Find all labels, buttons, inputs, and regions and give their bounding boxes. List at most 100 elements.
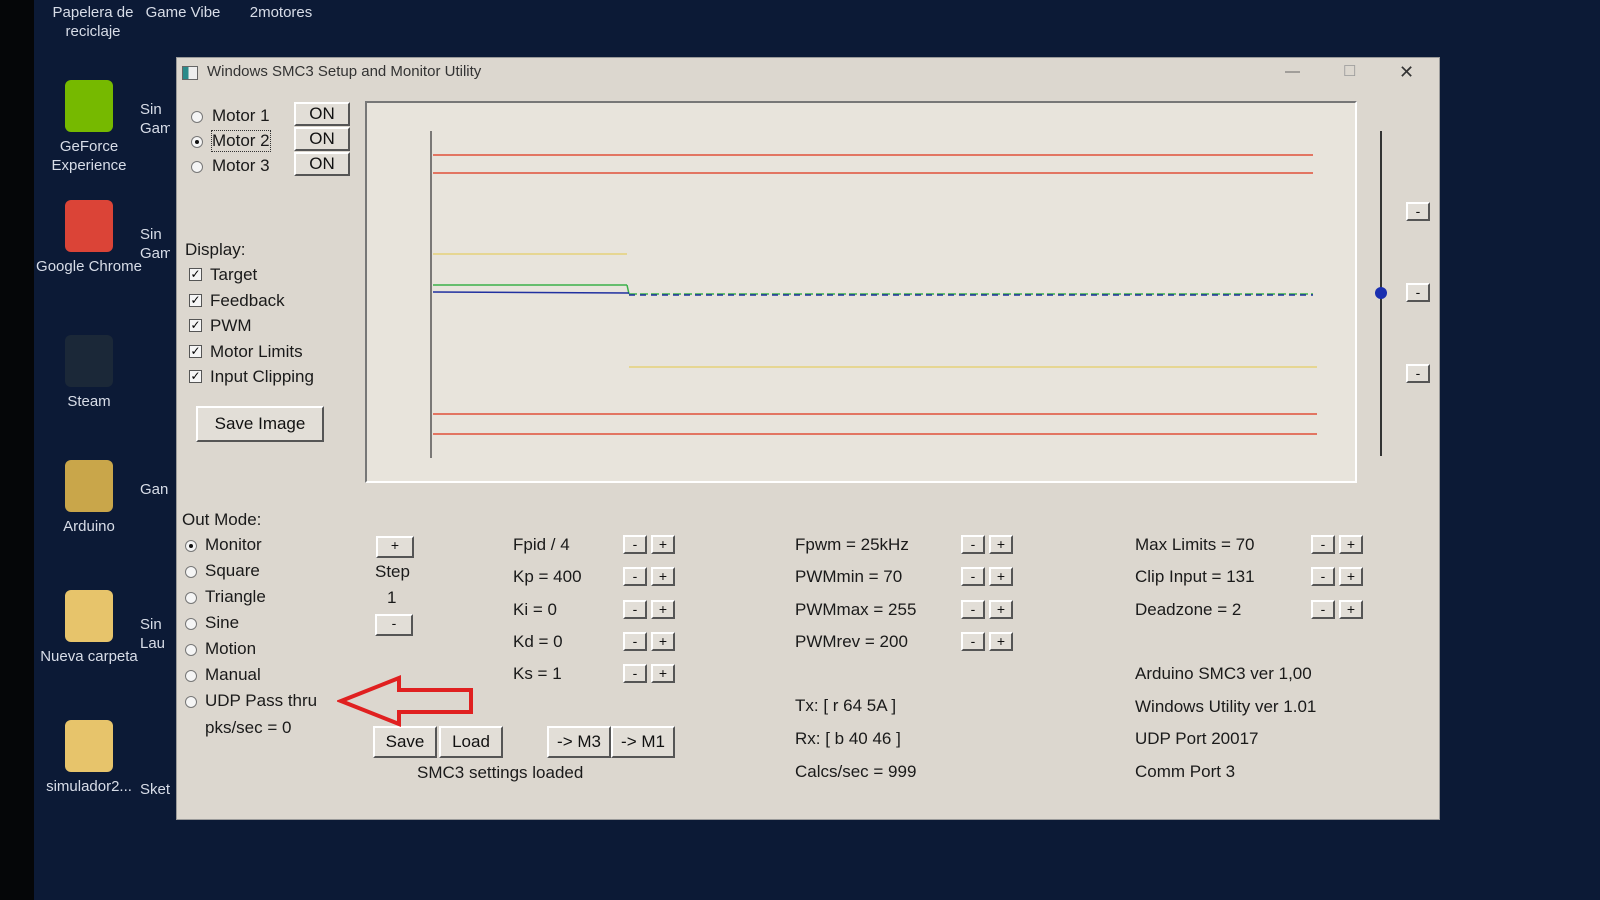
desktop-icon-label-partial[interactable]: Sket (140, 780, 170, 799)
out-mode-label: Out Mode: (182, 510, 262, 529)
step-plus-button[interactable]: + (376, 536, 414, 558)
version-info: Arduino SMC3 ver 1,00 (1135, 664, 1312, 683)
desktop-icon-label-partial[interactable]: Gan (140, 480, 170, 499)
increment-button[interactable]: + (1339, 535, 1363, 554)
out-mode-option[interactable]: Square (205, 561, 260, 581)
increment-button[interactable]: + (989, 599, 1013, 619)
checkbox-pwm[interactable]: ✓ (189, 319, 202, 333)
decrement-button[interactable]: - (623, 567, 647, 587)
checkbox-motor-limits[interactable]: ✓ (189, 344, 202, 358)
out-mode-radio[interactable] (185, 566, 197, 578)
decrement-button[interactable]: - (1311, 567, 1335, 587)
calcs-per-sec: Calcs/sec = 999 (795, 762, 917, 781)
close-button[interactable]: ✕ (1399, 62, 1414, 83)
checkbox-label[interactable]: Motor Limits (210, 342, 303, 362)
motor-label[interactable]: Motor 3 (212, 156, 270, 176)
decrement-button[interactable]: - (623, 535, 647, 554)
out-mode-radio[interactable] (185, 696, 197, 708)
out-mode-radio[interactable] (185, 670, 197, 682)
desktop-icon[interactable]: GeForce Experience (34, 75, 144, 185)
step-minus-button[interactable]: - (375, 614, 413, 636)
checkbox-feedback[interactable]: ✓ (189, 293, 202, 307)
desktop-icon-label[interactable]: 2motores (236, 3, 326, 22)
app-icon (65, 720, 113, 772)
app-icon (182, 66, 198, 80)
checkbox-label[interactable]: Target (210, 265, 257, 285)
out-mode-option[interactable]: Triangle (205, 587, 266, 607)
param-label: Kd = 0 (513, 631, 563, 651)
decrement-button[interactable]: - (623, 664, 647, 684)
maximize-button[interactable]: ☐ (1343, 62, 1356, 80)
decrement-button[interactable]: - (961, 535, 985, 554)
feedback-trace (432, 291, 630, 294)
desktop-icon-label[interactable]: Papelera de reciclaje (43, 3, 143, 41)
increment-button[interactable]: + (651, 567, 675, 587)
app-icon (65, 335, 113, 387)
checkbox-label[interactable]: Feedback (210, 291, 285, 311)
checkbox-target[interactable]: ✓ (189, 268, 202, 281)
decrement-button[interactable]: - (961, 599, 985, 619)
title-bar[interactable]: Windows SMC3 Setup and Monitor Utility —… (177, 58, 1439, 90)
increment-button[interactable]: + (989, 567, 1013, 587)
desktop-icon-label: simulador2... (46, 778, 132, 795)
decrement-button[interactable]: - (961, 631, 985, 651)
out-mode-option[interactable]: Motion (205, 639, 256, 659)
decrement-button[interactable]: - (1311, 599, 1335, 619)
motor-radio[interactable] (191, 111, 203, 123)
out-mode-radio[interactable] (185, 618, 197, 630)
motor-on-button[interactable]: ON (294, 127, 350, 151)
checkbox-label[interactable]: PWM (210, 316, 252, 336)
motor-on-button[interactable]: ON (294, 152, 350, 176)
rx-readout: Rx: [ b 40 46 ] (795, 729, 901, 748)
motor-label[interactable]: Motor 2 (211, 130, 271, 152)
save-image-button[interactable]: Save Image (196, 406, 324, 442)
desktop-icon[interactable]: Arduino (34, 455, 144, 565)
decrement-button[interactable]: - (623, 631, 647, 651)
desktop-icon-label-partial[interactable]: Sin Gam (140, 100, 170, 138)
increment-button[interactable]: + (1339, 567, 1363, 587)
version-info: UDP Port 20017 (1135, 729, 1259, 748)
increment-button[interactable]: + (651, 631, 675, 651)
desktop-icon-label-partial[interactable]: Sin Lau (140, 615, 170, 653)
out-mode-option[interactable]: Monitor (205, 535, 262, 555)
checkbox-input-clipping[interactable]: ✓ (189, 370, 202, 384)
out-mode-option[interactable]: Sine (205, 613, 239, 633)
increment-button[interactable]: + (651, 599, 675, 619)
graph-scale-button-2[interactable]: - (1406, 283, 1430, 302)
out-mode-radio[interactable] (185, 592, 197, 604)
increment-button[interactable]: + (651, 664, 675, 684)
desktop-icon[interactable]: Google Chrome (34, 195, 144, 305)
motor-on-button[interactable]: ON (294, 102, 350, 126)
minimize-button[interactable]: — (1285, 63, 1300, 80)
decrement-button[interactable]: - (1311, 535, 1335, 554)
out-mode-radio[interactable] (185, 644, 197, 656)
desktop-icon[interactable]: Nueva carpeta (34, 585, 144, 695)
copy-to-m1-button[interactable]: -> M1 (611, 726, 675, 758)
out-mode-option[interactable]: UDP Pass thru (205, 691, 317, 711)
decrement-button[interactable]: - (623, 599, 647, 619)
graph-scale-button-1[interactable]: - (1406, 202, 1430, 221)
scale-slider-thumb[interactable] (1375, 287, 1387, 299)
desktop-icon-label[interactable]: Game Vibe (138, 3, 228, 22)
copy-to-m3-button[interactable]: -> M3 (547, 726, 611, 758)
increment-button[interactable]: + (651, 535, 675, 554)
increment-button[interactable]: + (989, 535, 1013, 554)
motor-label[interactable]: Motor 1 (212, 106, 270, 126)
graph-scale-button-3[interactable]: - (1406, 364, 1430, 383)
param-label: Clip Input = 131 (1135, 567, 1255, 587)
checkbox-label[interactable]: Input Clipping (210, 367, 314, 387)
desktop-icon-label-partial[interactable]: Sin Gam (140, 225, 170, 263)
motor-radio[interactable] (191, 136, 203, 148)
param-label: Fpwm = 25kHz (795, 535, 909, 554)
param-label: PWMrev = 200 (795, 631, 908, 651)
desktop-icon[interactable]: Steam (34, 330, 144, 440)
desktop-icon[interactable]: simulador2... (34, 715, 144, 825)
out-mode-radio[interactable] (185, 540, 197, 552)
out-mode-option[interactable]: Manual (205, 665, 261, 685)
increment-button[interactable]: + (1339, 599, 1363, 619)
motor-radio[interactable] (191, 161, 203, 173)
increment-button[interactable]: + (989, 631, 1013, 651)
decrement-button[interactable]: - (961, 567, 985, 587)
screen-bezel (0, 0, 34, 900)
desktop-icon-label: Arduino (63, 518, 115, 535)
